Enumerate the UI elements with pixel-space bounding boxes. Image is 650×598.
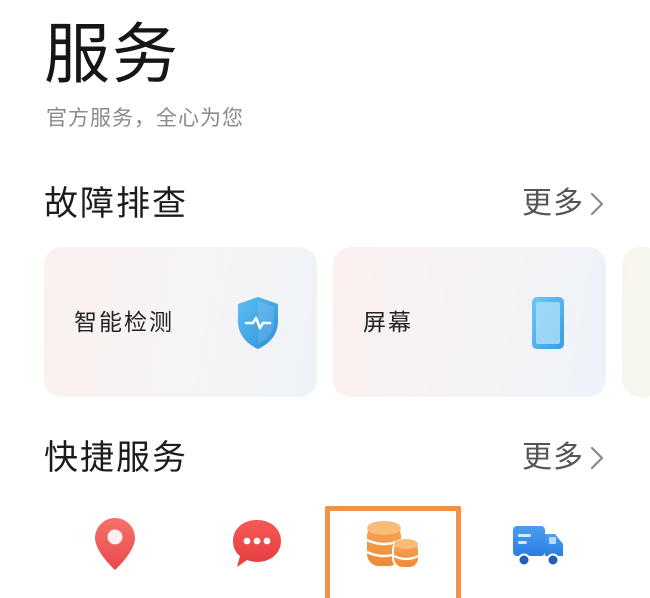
page-subtitle: 官方服务，全心为您 <box>46 106 244 130</box>
chevron-right-icon <box>590 446 604 470</box>
card-label: 屏幕 <box>363 310 413 336</box>
coins-icon <box>366 521 420 569</box>
chevron-right-icon <box>590 192 604 216</box>
phone-screen-icon <box>532 297 564 349</box>
location-pin-icon <box>95 518 135 570</box>
chat-bubble-icon <box>233 520 281 567</box>
card-label: 智能检测 <box>74 310 174 336</box>
quick-services-header: 快捷服务 更多 <box>44 434 650 482</box>
quick-service-chat[interactable] <box>192 512 322 598</box>
quick-service-location[interactable] <box>50 512 180 598</box>
delivery-truck-icon <box>513 526 563 567</box>
troubleshoot-title: 故障排查 <box>44 184 188 224</box>
troubleshoot-header: 故障排查 更多 <box>44 180 650 228</box>
more-label: 更多 <box>522 186 584 221</box>
quick-service-coins[interactable] <box>328 512 458 598</box>
more-label: 更多 <box>522 440 584 475</box>
service-page: 服务 官方服务，全心为您 故障排查 更多 智能检测 屏幕 快捷服务 更多 <box>0 0 650 598</box>
next-card-partial[interactable] <box>622 247 650 397</box>
shield-check-icon <box>238 297 278 349</box>
quick-services-title: 快捷服务 <box>44 438 188 478</box>
smart-detection-card[interactable]: 智能检测 <box>44 247 317 397</box>
quick-services-more-link[interactable]: 更多 <box>522 434 606 482</box>
quick-service-delivery[interactable] <box>472 512 602 598</box>
screen-card[interactable]: 屏幕 <box>333 247 606 397</box>
page-title: 服务 <box>44 16 180 93</box>
troubleshoot-more-link[interactable]: 更多 <box>522 180 606 228</box>
